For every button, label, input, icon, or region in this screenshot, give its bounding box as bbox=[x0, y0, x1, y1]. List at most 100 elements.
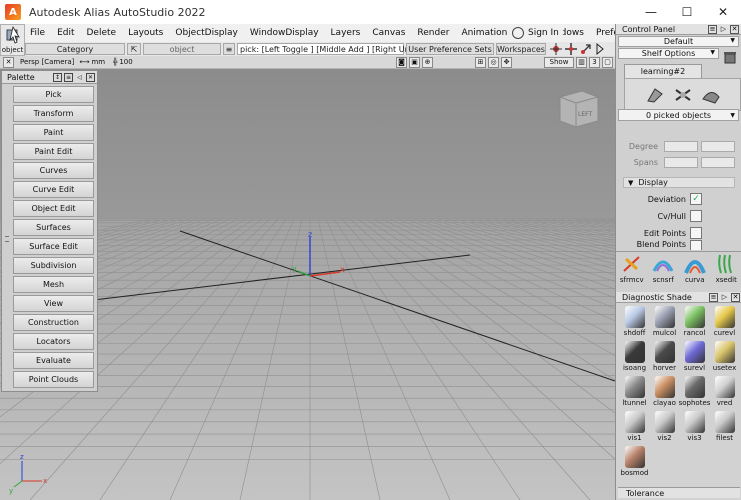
diagnostic-expand-icon[interactable]: ▷ bbox=[720, 293, 729, 302]
shade-mulcol[interactable]: mulcol bbox=[651, 306, 678, 337]
degree-input-2[interactable] bbox=[701, 141, 735, 152]
spans-input-2[interactable] bbox=[701, 157, 735, 168]
spans-input[interactable] bbox=[664, 157, 698, 168]
tolerance-section[interactable]: Tolerance bbox=[618, 487, 740, 498]
palette-surface-edit[interactable]: Surface Edit bbox=[13, 238, 94, 255]
shade-curevl[interactable]: curevl bbox=[711, 306, 738, 337]
snapshot-icon[interactable]: ▣ bbox=[409, 56, 420, 68]
display-section-header[interactable]: ▼ Display bbox=[623, 177, 735, 188]
dolly-icon[interactable] bbox=[580, 43, 592, 55]
view-cube[interactable]: LEFT bbox=[559, 90, 599, 128]
palette-locators[interactable]: Locators bbox=[13, 333, 94, 350]
shade-filest[interactable]: filest bbox=[711, 411, 738, 442]
palette-point-clouds[interactable]: Point Clouds bbox=[13, 371, 94, 388]
object-field[interactable]: object bbox=[143, 43, 221, 55]
workspaces-button[interactable]: Workspaces bbox=[496, 43, 546, 55]
xsedit-tool[interactable]: xsedit bbox=[712, 253, 740, 289]
palette-surfaces[interactable]: Surfaces bbox=[13, 219, 94, 236]
sweep-tool-icon[interactable] bbox=[645, 85, 665, 105]
layout-icon[interactable]: ▥ bbox=[576, 56, 587, 68]
intersect-tool-icon[interactable] bbox=[673, 85, 693, 105]
shade-rancol[interactable]: rancol bbox=[681, 306, 708, 337]
palette-collapse-icon[interactable]: ◁ bbox=[75, 73, 84, 82]
menu-animation[interactable]: Animation bbox=[456, 24, 514, 42]
sign-in-button[interactable]: Sign In bbox=[512, 24, 563, 42]
sfrmcv-tool[interactable]: sfrmcv bbox=[618, 253, 646, 289]
cv-hull-checkbox[interactable] bbox=[690, 210, 702, 222]
trash-icon[interactable] bbox=[722, 50, 738, 64]
control-panel-expand-icon[interactable]: ▷ bbox=[719, 25, 728, 34]
palette-list-icon[interactable]: ≡ bbox=[64, 72, 73, 82]
control-panel-close-icon[interactable]: ✕ bbox=[730, 24, 739, 34]
shade-isoang[interactable]: isoang bbox=[621, 341, 648, 372]
maximize-viewport-icon[interactable]: ▢ bbox=[602, 56, 613, 68]
shade-vred[interactable]: vred bbox=[711, 376, 738, 407]
palette-mesh[interactable]: Mesh bbox=[13, 276, 94, 293]
menu-render[interactable]: Render bbox=[412, 24, 456, 42]
palette-drag-handle[interactable] bbox=[5, 236, 9, 242]
shade-shdoff[interactable]: shdoff bbox=[621, 306, 648, 337]
shade-clayao[interactable]: clayao bbox=[651, 376, 678, 407]
palette-view[interactable]: View bbox=[13, 295, 94, 312]
shade-sophotes[interactable]: sophotes bbox=[679, 376, 710, 407]
menu-windowdisplay[interactable]: WindowDisplay bbox=[245, 24, 326, 42]
maximize-button[interactable]: ☐ bbox=[669, 0, 705, 24]
expand-right-icon[interactable] bbox=[595, 43, 605, 55]
move-view-icon[interactable]: ✥ bbox=[501, 56, 512, 68]
palette-curve-edit[interactable]: Curve Edit bbox=[13, 181, 94, 198]
menu-layouts[interactable]: Layouts bbox=[123, 24, 170, 42]
shelf-tab-learning[interactable]: learning#2 bbox=[624, 64, 702, 78]
zoom-icon[interactable]: ⊕ bbox=[422, 56, 433, 68]
control-panel-list-icon[interactable]: ≡ bbox=[708, 24, 717, 34]
shade-vis3[interactable]: vis3 bbox=[681, 411, 708, 442]
object-pick-tool[interactable]: object bbox=[0, 24, 25, 56]
show-button[interactable]: Show bbox=[544, 56, 574, 68]
diagnostic-close-icon[interactable]: ✕ bbox=[731, 292, 740, 302]
menu-preferences[interactable]: Prefe bbox=[591, 24, 615, 42]
shelf-options-dropdown[interactable]: Shelf Options ▼ bbox=[618, 48, 719, 59]
blend-points-checkbox[interactable] bbox=[690, 240, 702, 250]
palette-object-edit[interactable]: Object Edit bbox=[13, 200, 94, 217]
track-icon[interactable] bbox=[565, 43, 577, 55]
shade-usetex[interactable]: usetex bbox=[711, 341, 738, 372]
picked-objects-field[interactable]: 0 picked objects ▼ bbox=[618, 109, 739, 121]
menu-canvas[interactable]: Canvas bbox=[367, 24, 412, 42]
wireframe-icon[interactable]: ◎ bbox=[488, 56, 499, 68]
diagnostic-list-icon[interactable]: ≡ bbox=[709, 292, 718, 302]
deviation-checkbox[interactable]: ✓ bbox=[690, 193, 702, 205]
camera-icon[interactable]: ◙ bbox=[396, 56, 407, 68]
close-button[interactable]: ✕ bbox=[705, 0, 741, 24]
menu-objectdisplay[interactable]: ObjectDisplay bbox=[170, 24, 245, 42]
palette-subdivision[interactable]: Subdivision bbox=[13, 257, 94, 274]
palette-curves[interactable]: Curves bbox=[13, 162, 94, 179]
pick-cursor-icon[interactable]: ⇱ bbox=[127, 43, 141, 55]
shade-ltunnel[interactable]: ltunnel bbox=[621, 376, 648, 407]
list-icon[interactable]: ≡ bbox=[223, 43, 235, 55]
palette-pick[interactable]: Pick bbox=[13, 86, 94, 103]
menu-delete[interactable]: Delete bbox=[82, 24, 124, 42]
surface-edit-tool-icon[interactable] bbox=[701, 85, 721, 105]
viewport-close-icon[interactable]: ✕ bbox=[3, 56, 14, 68]
shade-vis2[interactable]: vis2 bbox=[651, 411, 678, 442]
preset-dropdown[interactable]: Default ▼ bbox=[618, 36, 739, 47]
edit-points-checkbox[interactable] bbox=[690, 227, 702, 239]
palette-paint[interactable]: Paint bbox=[13, 124, 94, 141]
shade-surevl[interactable]: surevl bbox=[681, 341, 708, 372]
curva-tool[interactable]: curva bbox=[681, 253, 709, 289]
palette-resize-icon[interactable]: ↕ bbox=[53, 72, 62, 82]
shade-bosmod[interactable]: bosmod bbox=[621, 446, 648, 477]
minimize-button[interactable]: — bbox=[633, 0, 669, 24]
palette-transform[interactable]: Transform bbox=[13, 105, 94, 122]
scnsrf-tool[interactable]: scnsrf bbox=[649, 253, 677, 289]
shade-vis1[interactable]: vis1 bbox=[621, 411, 648, 442]
palette-evaluate[interactable]: Evaluate bbox=[13, 352, 94, 369]
category-field[interactable]: Category bbox=[25, 43, 125, 55]
menu-edit[interactable]: Edit bbox=[52, 24, 81, 42]
palette-paint-edit[interactable]: Paint Edit bbox=[13, 143, 94, 160]
menu-file[interactable]: File bbox=[25, 24, 52, 42]
user-preference-sets-button[interactable]: User Preference Sets bbox=[406, 43, 494, 55]
tumble-icon[interactable] bbox=[550, 43, 562, 55]
menu-layers[interactable]: Layers bbox=[326, 24, 368, 42]
layout-number[interactable]: 3 bbox=[589, 56, 600, 68]
palette-construction[interactable]: Construction bbox=[13, 314, 94, 331]
